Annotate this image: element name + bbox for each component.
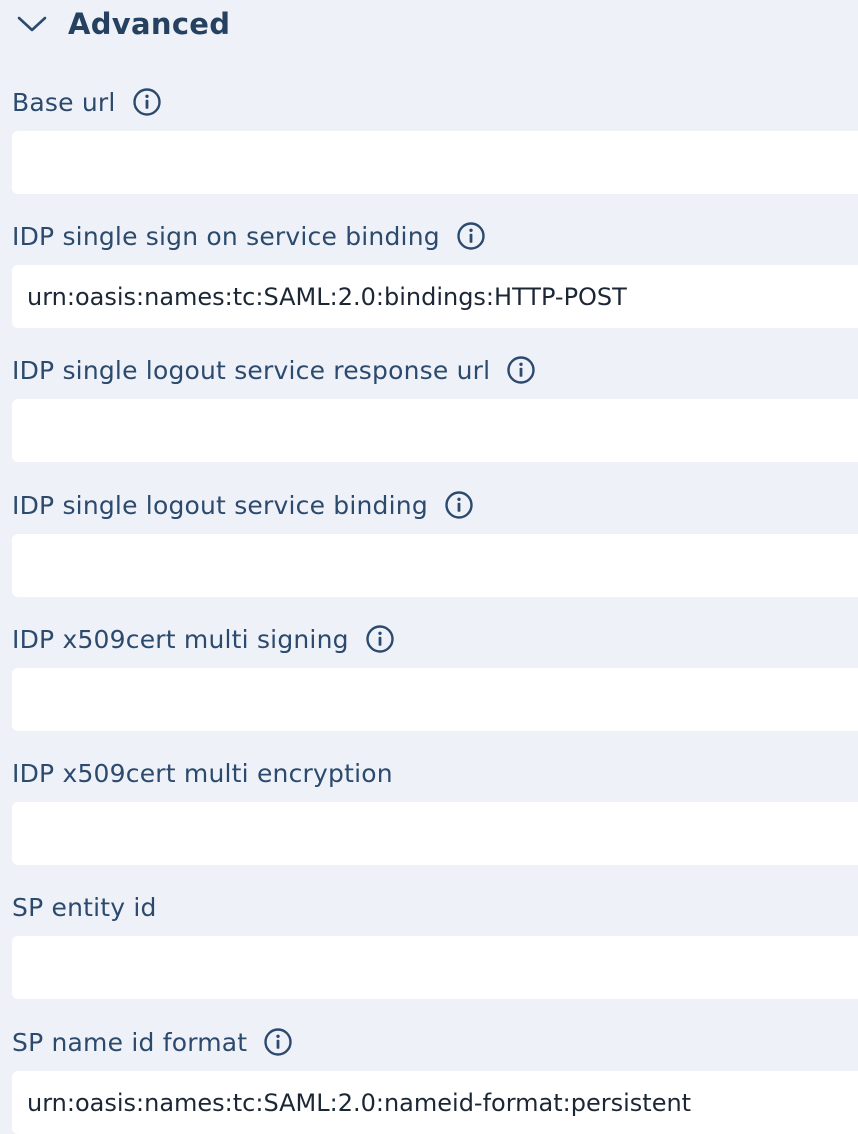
idp-slo-response-url-input[interactable] <box>12 399 858 462</box>
base-url-input[interactable] <box>12 131 858 194</box>
field-base-url: Base url <box>12 85 858 194</box>
idp-x509cert-encryption-input[interactable] <box>12 802 858 865</box>
sp-entity-id-input[interactable] <box>12 936 858 999</box>
section-title: Advanced <box>68 7 231 41</box>
field-idp-sso-binding: IDP single sign on service binding urn:o… <box>12 219 858 328</box>
sp-name-id-format-input[interactable]: urn:oasis:names:tc:SAML:2.0:nameid-forma… <box>12 1071 858 1134</box>
info-icon[interactable] <box>263 1027 293 1057</box>
field-idp-slo-response-url: IDP single logout service response url <box>12 353 858 462</box>
info-icon[interactable] <box>132 87 162 117</box>
field-label: Base url <box>12 87 116 117</box>
field-label: IDP single logout service response url <box>12 355 491 385</box>
field-label: IDP single sign on service binding <box>12 221 440 251</box>
advanced-section-toggle[interactable]: Advanced <box>16 4 230 44</box>
idp-sso-binding-input[interactable]: urn:oasis:names:tc:SAML:2.0:bindings:HTT… <box>12 265 858 328</box>
field-idp-x509cert-signing: IDP x509cert multi signing <box>12 622 858 731</box>
field-label: IDP x509cert multi encryption <box>12 758 393 788</box>
field-label: SP name id format <box>12 1027 248 1057</box>
idp-slo-binding-input[interactable] <box>12 534 858 597</box>
info-icon[interactable] <box>365 624 395 654</box>
field-idp-x509cert-encryption: IDP x509cert multi encryption <box>12 756 858 865</box>
info-icon[interactable] <box>444 490 474 520</box>
idp-x509cert-signing-input[interactable] <box>12 668 858 731</box>
field-sp-entity-id: SP entity id <box>12 890 858 999</box>
info-icon[interactable] <box>506 355 536 385</box>
field-sp-name-id-format: SP name id format urn:oasis:names:tc:SAM… <box>12 1025 858 1134</box>
field-label: IDP x509cert multi signing <box>12 624 349 654</box>
field-label: IDP single logout service binding <box>12 490 428 520</box>
chevron-down-icon <box>17 16 47 32</box>
field-idp-slo-binding: IDP single logout service binding <box>12 488 858 597</box>
field-label: SP entity id <box>12 892 157 922</box>
info-icon[interactable] <box>456 221 486 251</box>
